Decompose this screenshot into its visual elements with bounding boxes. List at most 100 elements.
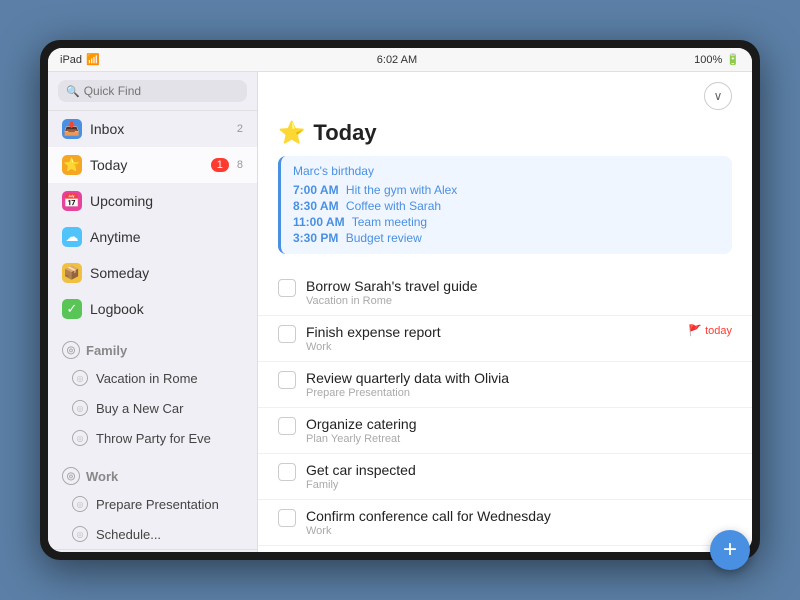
event-time-3: 3:30 PM — [293, 231, 338, 245]
task-title-2: Review quarterly data with Olivia — [306, 370, 732, 386]
task-checkbox-0[interactable] — [278, 279, 296, 297]
sidebar-item-upcoming[interactable]: 📅 Upcoming — [48, 183, 257, 219]
sidebar-footer: + New List ⚙ — [48, 549, 257, 552]
task-subtitle-3: Plan Yearly Retreat — [306, 433, 732, 445]
app-container: 🔍 📥 Inbox 2 ⭐ Today 1 8 📅 — [48, 72, 752, 552]
sidebar-item-schedule[interactable]: ◎ Schedule... — [48, 519, 257, 549]
today-title: Today — [313, 120, 376, 146]
today-icon: ⭐ — [62, 155, 82, 175]
task-content-5: Confirm conference call for Wednesday Wo… — [306, 508, 732, 537]
task-content-4: Get car inspected Family — [306, 462, 732, 491]
event-label-3: Budget review — [346, 231, 422, 245]
task-title-5: Confirm conference call for Wednesday — [306, 508, 732, 524]
task-flag-1: 🚩 today — [688, 324, 732, 337]
inbox-label: Inbox — [90, 121, 229, 137]
someday-label: Someday — [90, 265, 243, 281]
search-container[interactable]: 🔍 — [58, 80, 247, 102]
task-subtitle-0: Vacation in Rome — [306, 295, 732, 307]
inbox-icon: 📥 — [62, 119, 82, 139]
work-label: Work — [86, 469, 118, 484]
battery-percent: 100% — [694, 54, 722, 66]
anytime-icon: ☁ — [62, 227, 82, 247]
sidebar-item-someday[interactable]: 📦 Someday — [48, 255, 257, 291]
task-subtitle-2: Prepare Presentation — [306, 387, 732, 399]
task-finish-expense-report[interactable]: Finish expense report Work 🚩 today — [258, 316, 752, 362]
event-time-0: 7:00 AM — [293, 183, 339, 197]
task-subtitle-1: Work — [306, 341, 678, 353]
task-checkbox-3[interactable] — [278, 417, 296, 435]
device-frame: iPad 📶 6:02 AM 100% 🔋 🔍 — [40, 40, 760, 560]
schedule-label: Schedule... — [96, 527, 161, 542]
car-label: Buy a New Car — [96, 401, 183, 416]
status-time: 6:02 AM — [377, 54, 417, 66]
task-content-1: Finish expense report Work — [306, 324, 678, 353]
evening-section-title: 🌙 This Evening — [258, 546, 752, 552]
calendar-event-2: 11:00 AM Team meeting — [293, 214, 720, 230]
calendar-block: Marc's birthday 7:00 AM Hit the gym with… — [278, 156, 732, 254]
calendar-event-0: 7:00 AM Hit the gym with Alex — [293, 182, 720, 198]
status-left: iPad 📶 — [60, 53, 100, 66]
task-borrow-travel-guide[interactable]: Borrow Sarah's travel guide Vacation in … — [258, 270, 752, 316]
today-section-title: ⭐ Today — [258, 116, 752, 156]
logbook-label: Logbook — [90, 301, 243, 317]
task-checkbox-4[interactable] — [278, 463, 296, 481]
chevron-button[interactable]: ∨ — [704, 82, 732, 110]
task-title-0: Borrow Sarah's travel guide — [306, 278, 732, 294]
today-red-badge: 1 — [211, 158, 229, 172]
logbook-icon: ✓ — [62, 299, 82, 319]
work-section-header: ◎ Work — [48, 453, 257, 489]
battery-icon: 🔋 — [726, 53, 740, 66]
wifi-icon: 📶 — [86, 53, 100, 66]
flag-label: today — [705, 325, 732, 337]
today-label: Today — [90, 157, 203, 173]
today-count-badge: 8 — [237, 159, 243, 171]
today-star-icon: ⭐ — [278, 120, 305, 146]
event-time-2: 11:00 AM — [293, 215, 345, 229]
event-label-2: Team meeting — [352, 215, 427, 229]
task-content-3: Organize catering Plan Yearly Retreat — [306, 416, 732, 445]
party-icon: ◎ — [72, 430, 88, 446]
task-checkbox-1[interactable] — [278, 325, 296, 343]
someday-icon: 📦 — [62, 263, 82, 283]
search-input[interactable] — [84, 84, 239, 98]
family-section-header: ◎ Family — [48, 327, 257, 363]
event-time-1: 8:30 AM — [293, 199, 339, 213]
flag-icon: 🚩 — [688, 324, 702, 337]
inbox-badge: 2 — [237, 123, 243, 135]
birthday-event: Marc's birthday — [293, 164, 720, 178]
event-label-0: Hit the gym with Alex — [346, 183, 457, 197]
upcoming-label: Upcoming — [90, 193, 243, 209]
work-section-icon: ◎ — [62, 467, 80, 485]
family-label: Family — [86, 343, 127, 358]
task-organize-catering[interactable]: Organize catering Plan Yearly Retreat — [258, 408, 752, 454]
task-confirm-conference-call[interactable]: Confirm conference call for Wednesday Wo… — [258, 500, 752, 546]
main-content: ∨ ⭐ Today Marc's birthday 7:00 AM Hit th… — [258, 72, 752, 552]
party-label: Throw Party for Eve — [96, 431, 211, 446]
search-bar: 🔍 — [48, 72, 257, 111]
task-subtitle-4: Family — [306, 479, 732, 491]
calendar-event-1: 8:30 AM Coffee with Sarah — [293, 198, 720, 214]
status-bar: iPad 📶 6:02 AM 100% 🔋 — [48, 48, 752, 72]
task-checkbox-5[interactable] — [278, 509, 296, 527]
sidebar-item-prepare-presentation[interactable]: ◎ Prepare Presentation — [48, 489, 257, 519]
task-subtitle-5: Work — [306, 525, 732, 537]
sidebar-item-today[interactable]: ⭐ Today 1 8 — [48, 147, 257, 183]
schedule-icon: ◎ — [72, 526, 88, 542]
sidebar-item-throw-party[interactable]: ◎ Throw Party for Eve — [48, 423, 257, 453]
sidebar-item-logbook[interactable]: ✓ Logbook — [48, 291, 257, 327]
device-screen: iPad 📶 6:02 AM 100% 🔋 🔍 — [48, 48, 752, 552]
sidebar-item-buy-new-car[interactable]: ◎ Buy a New Car — [48, 393, 257, 423]
sidebar-item-inbox[interactable]: 📥 Inbox 2 — [48, 111, 257, 147]
task-title-3: Organize catering — [306, 416, 732, 432]
task-get-car-inspected[interactable]: Get car inspected Family — [258, 454, 752, 500]
presentation-icon: ◎ — [72, 496, 88, 512]
task-review-quarterly-data[interactable]: Review quarterly data with Olivia Prepar… — [258, 362, 752, 408]
sidebar-item-anytime[interactable]: ☁ Anytime — [48, 219, 257, 255]
vacation-icon: ◎ — [72, 370, 88, 386]
upcoming-icon: 📅 — [62, 191, 82, 211]
search-icon: 🔍 — [66, 85, 80, 98]
task-title-4: Get car inspected — [306, 462, 732, 478]
sidebar-item-vacation-in-rome[interactable]: ◎ Vacation in Rome — [48, 363, 257, 393]
task-checkbox-2[interactable] — [278, 371, 296, 389]
event-label-1: Coffee with Sarah — [346, 199, 441, 213]
